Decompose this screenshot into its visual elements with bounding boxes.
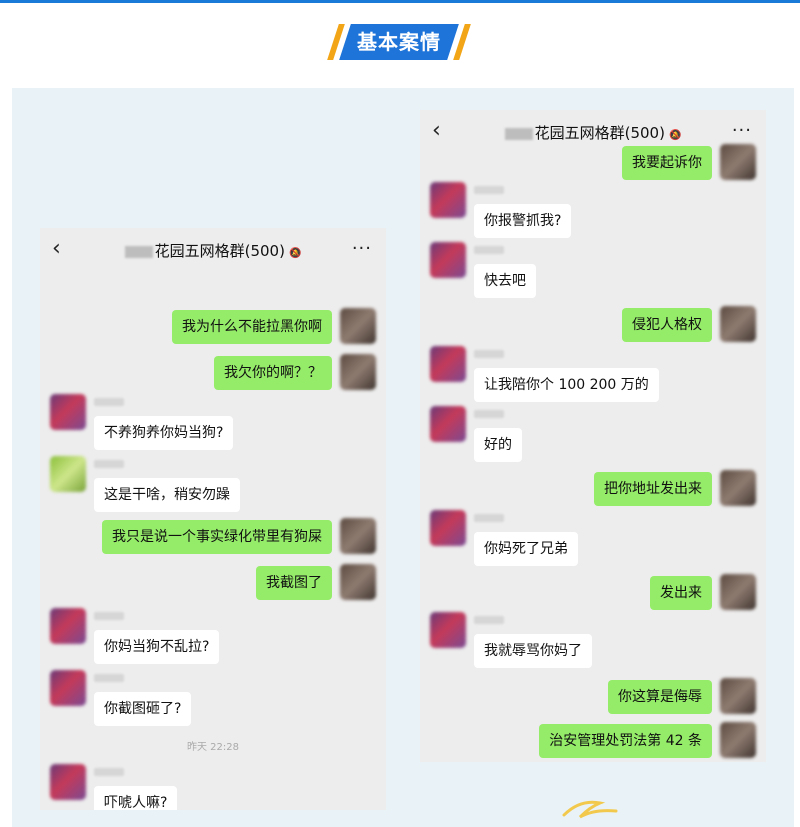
- chat-screenshot-left: ‹ 花园五网格群(500) 🔕 ··· 我为什么不能拉黑你啊 我欠你的啊？？ 不养…: [40, 228, 386, 810]
- chat-titlebar: ‹ 花园五网格群(500) 🔕 ···: [40, 228, 386, 272]
- avatar[interactable]: [430, 182, 466, 218]
- mute-icon: 🔕: [288, 248, 302, 259]
- avatar[interactable]: [720, 678, 756, 714]
- message-bubble: 好的: [474, 428, 522, 462]
- redacted-name: [504, 127, 533, 140]
- chat-title: 花园五网格群(500) 🔕: [40, 240, 386, 261]
- avatar[interactable]: [340, 518, 376, 554]
- avatar[interactable]: [430, 242, 466, 278]
- timestamp: 昨天 22:28: [187, 742, 239, 753]
- nickname: [94, 768, 124, 776]
- section-header: 基本案情: [327, 22, 471, 62]
- redacted-name: [124, 245, 153, 258]
- message-bubble: 这是干啥，稍安勿躁: [94, 478, 240, 512]
- nickname: [474, 616, 504, 624]
- message-bubble: 我要起诉你: [622, 146, 712, 180]
- message-bubble: 我截图了: [256, 566, 332, 600]
- message-bubble: 我欠你的啊？？: [214, 356, 332, 390]
- avatar[interactable]: [720, 144, 756, 180]
- avatar[interactable]: [50, 456, 86, 492]
- more-options-icon[interactable]: ···: [732, 120, 752, 141]
- message-bubble: 你截图砸了?: [94, 692, 192, 726]
- nickname: [474, 246, 504, 254]
- message-bubble: 快去吧: [474, 264, 536, 298]
- decorative-swoosh-icon: [562, 800, 618, 819]
- message-bubble: 不养狗养你妈当狗?: [94, 416, 234, 450]
- avatar[interactable]: [50, 670, 86, 706]
- avatar[interactable]: [50, 764, 86, 800]
- chat-screenshot-right: ‹ 花园五网格群(500) 🔕 ··· 我要起诉你 你报警抓我? 快去吧 侵犯人格…: [420, 110, 766, 762]
- message-bubble: 我为什么不能拉黑你啊: [172, 310, 332, 344]
- avatar[interactable]: [430, 612, 466, 648]
- message-bubble: 把你地址发出来: [594, 472, 712, 506]
- avatar[interactable]: [50, 394, 86, 430]
- nickname: [94, 674, 124, 682]
- avatar[interactable]: [430, 406, 466, 442]
- avatar[interactable]: [720, 574, 756, 610]
- message-bubble: 发出来: [650, 576, 712, 610]
- chat-title: 花园五网格群(500) 🔕: [420, 122, 766, 143]
- top-divider: [0, 0, 800, 3]
- nickname: [474, 514, 504, 522]
- message-bubble: 你这算是侮辱: [608, 680, 712, 714]
- message-bubble: 你妈当狗不乱拉?: [94, 630, 220, 664]
- message-bubble: 你报警抓我?: [474, 204, 572, 238]
- message-bubble: 治安管理处罚法第 42 条: [539, 724, 712, 758]
- chat-titlebar: ‹ 花园五网格群(500) 🔕 ···: [420, 110, 766, 154]
- nickname: [474, 350, 504, 358]
- nickname: [94, 460, 124, 468]
- more-options-icon[interactable]: ···: [352, 238, 372, 259]
- message-bubble: 你妈死了兄弟: [474, 532, 578, 566]
- avatar[interactable]: [720, 470, 756, 506]
- nickname: [94, 612, 124, 620]
- message-bubble: 吓唬人嘛?: [94, 786, 178, 810]
- avatar[interactable]: [430, 510, 466, 546]
- nickname: [474, 186, 504, 194]
- message-bubble: 侵犯人格权: [622, 308, 712, 342]
- message-bubble: 让我陪你个 100 200 万的: [474, 368, 659, 402]
- nickname: [474, 410, 504, 418]
- nickname: [94, 398, 124, 406]
- avatar[interactable]: [720, 306, 756, 342]
- avatar[interactable]: [340, 564, 376, 600]
- avatar[interactable]: [430, 346, 466, 382]
- mute-icon: 🔕: [668, 130, 682, 141]
- message-bubble: 我就辱骂你妈了: [474, 634, 592, 668]
- avatar[interactable]: [340, 308, 376, 344]
- section-title: 基本案情: [357, 30, 441, 54]
- message-bubble: 我只是说一个事实绿化带里有狗屎: [102, 520, 332, 554]
- avatar[interactable]: [720, 722, 756, 758]
- avatar[interactable]: [50, 608, 86, 644]
- avatar[interactable]: [340, 354, 376, 390]
